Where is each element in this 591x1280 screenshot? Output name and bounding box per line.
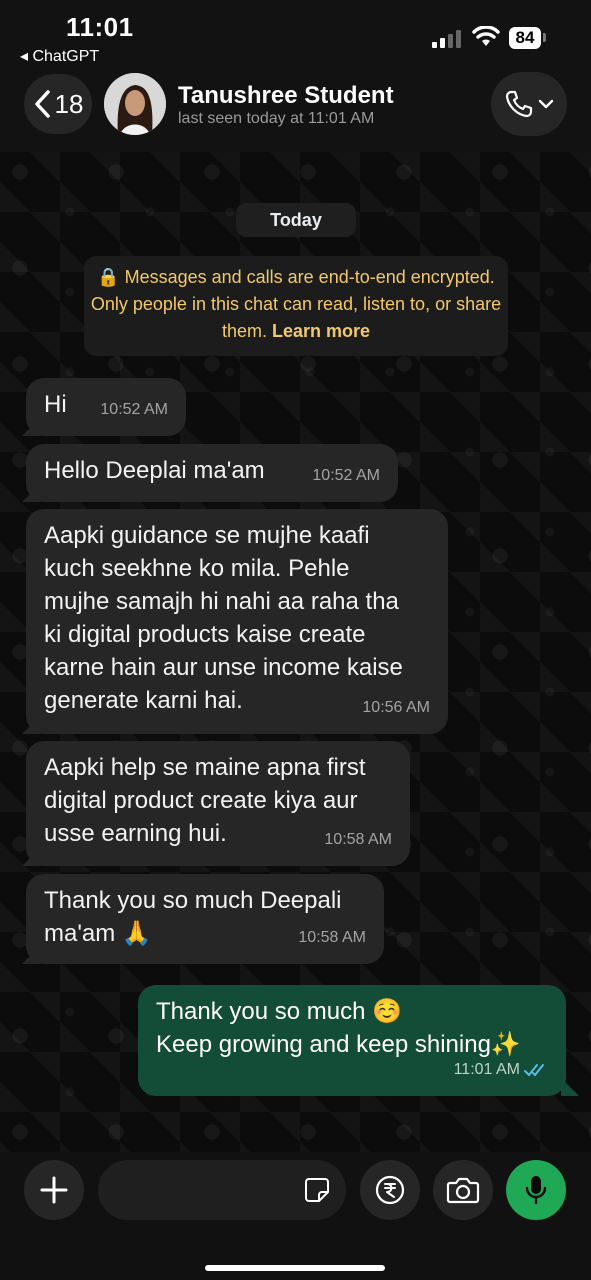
message-bubble-outgoing[interactable]: Thank you so much ☺️ Keep growing and ke… [138, 985, 566, 1096]
status-bar: 11:01 ◂ ChatGPT 84 [0, 0, 591, 70]
last-seen-status: last seen today at 11:01 AM [178, 110, 375, 127]
encryption-notice[interactable]: 🔒 Messages and calls are end-to-end encr… [84, 256, 508, 356]
chevron-down-icon [538, 99, 554, 109]
wifi-icon [472, 26, 500, 46]
message-text: Thank you so much Deepali ma'am 🙏 [44, 887, 342, 947]
message-time-row: 11:01 AM [454, 1053, 548, 1086]
battery-indicator: 84 [509, 27, 541, 49]
home-indicator[interactable] [205, 1265, 385, 1271]
contact-name[interactable]: Tanushree Student [178, 82, 394, 110]
message-bubble-incoming[interactable]: Hello Deeplai ma'am 10:52 AM [26, 444, 398, 502]
plus-icon [40, 1176, 68, 1204]
message-bubble-incoming[interactable]: Thank you so much Deepali ma'am 🙏 10:58 … [26, 874, 384, 964]
phone-icon [505, 90, 533, 118]
voice-message-button[interactable] [506, 1160, 566, 1220]
back-to-app-link[interactable]: ◂ ChatGPT [20, 46, 99, 66]
unread-count: 18 [54, 88, 84, 119]
message-bubble-incoming[interactable]: Aapki help se maine apna first digital p… [26, 741, 410, 866]
message-text: Thank you so much ☺️ Keep growing and ke… [156, 998, 521, 1058]
message-time: 11:01 AM [453, 1061, 520, 1078]
call-button[interactable] [491, 72, 567, 136]
message-text: Aapki guidance se mujhe kaafi kuch seekh… [44, 522, 403, 714]
date-separator: Today [236, 203, 356, 237]
avatar-image [104, 73, 166, 135]
message-time: 10:56 AM [362, 699, 430, 716]
message-input[interactable] [98, 1160, 346, 1220]
battery-tip [543, 33, 546, 42]
back-button[interactable]: 18 [24, 74, 92, 134]
message-text: Hi [44, 391, 67, 418]
sticker-icon[interactable] [304, 1177, 330, 1203]
learn-more-link[interactable]: Learn more [272, 321, 370, 341]
rupee-icon [375, 1175, 405, 1205]
message-text: Aapki help se maine apna first digital p… [44, 754, 366, 847]
cellular-signal-icon [432, 30, 464, 48]
message-text: Hello Deeplai ma'am [44, 457, 265, 484]
message-time: 10:52 AM [312, 467, 380, 484]
chat-header: 18 Tanushree Student last seen today at … [0, 70, 591, 152]
payment-button[interactable] [360, 1160, 420, 1220]
camera-button[interactable] [433, 1160, 493, 1220]
double-check-icon [524, 1063, 544, 1076]
camera-icon [446, 1177, 480, 1204]
avatar[interactable] [104, 73, 166, 135]
attach-button[interactable] [24, 1160, 84, 1220]
status-time: 11:01 [66, 12, 134, 42]
message-time: 10:52 AM [100, 401, 168, 418]
message-time: 10:58 AM [298, 929, 366, 946]
message-time: 10:58 AM [324, 831, 392, 848]
message-bubble-incoming[interactable]: Aapki guidance se mujhe kaafi kuch seekh… [26, 509, 448, 734]
mic-icon [525, 1176, 547, 1205]
composer-bar [0, 1152, 591, 1280]
chevron-left-icon [34, 90, 50, 118]
message-bubble-incoming[interactable]: Hi 10:52 AM [26, 378, 186, 436]
